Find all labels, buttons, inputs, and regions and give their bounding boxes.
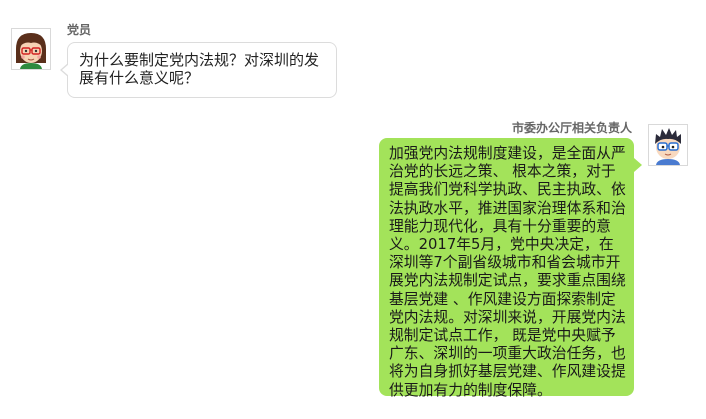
bubble-tail [634, 158, 642, 172]
boy-avatar-icon[interactable] [648, 124, 688, 166]
chat-conversation: 党员 为什么要制定党内法规？对深圳的发展有什么意义呢？ 市委办公厅相关负责人 加… [0, 0, 706, 419]
girl-avatar-icon[interactable] [11, 28, 51, 70]
message-text: 为什么要制定党内法规？对深圳的发展有什么意义呢？ [79, 51, 320, 87]
message-bubble-left: 为什么要制定党内法规？对深圳的发展有什么意义呢？ [60, 42, 337, 98]
bubble-tail [62, 64, 69, 76]
sender-name: 党员 [67, 23, 92, 37]
message-bubble-right: 加强党内法规制度建设，是全面从严治党的长远之策、 根本之策，对于提高我们党科学执… [379, 138, 642, 399]
message-text: 加强党内法规制度建设，是全面从严治党的长远之策、 根本之策，对于提高我们党科学执… [389, 145, 626, 399]
sender-name: 市委办公厅相关负责人 [511, 121, 632, 135]
